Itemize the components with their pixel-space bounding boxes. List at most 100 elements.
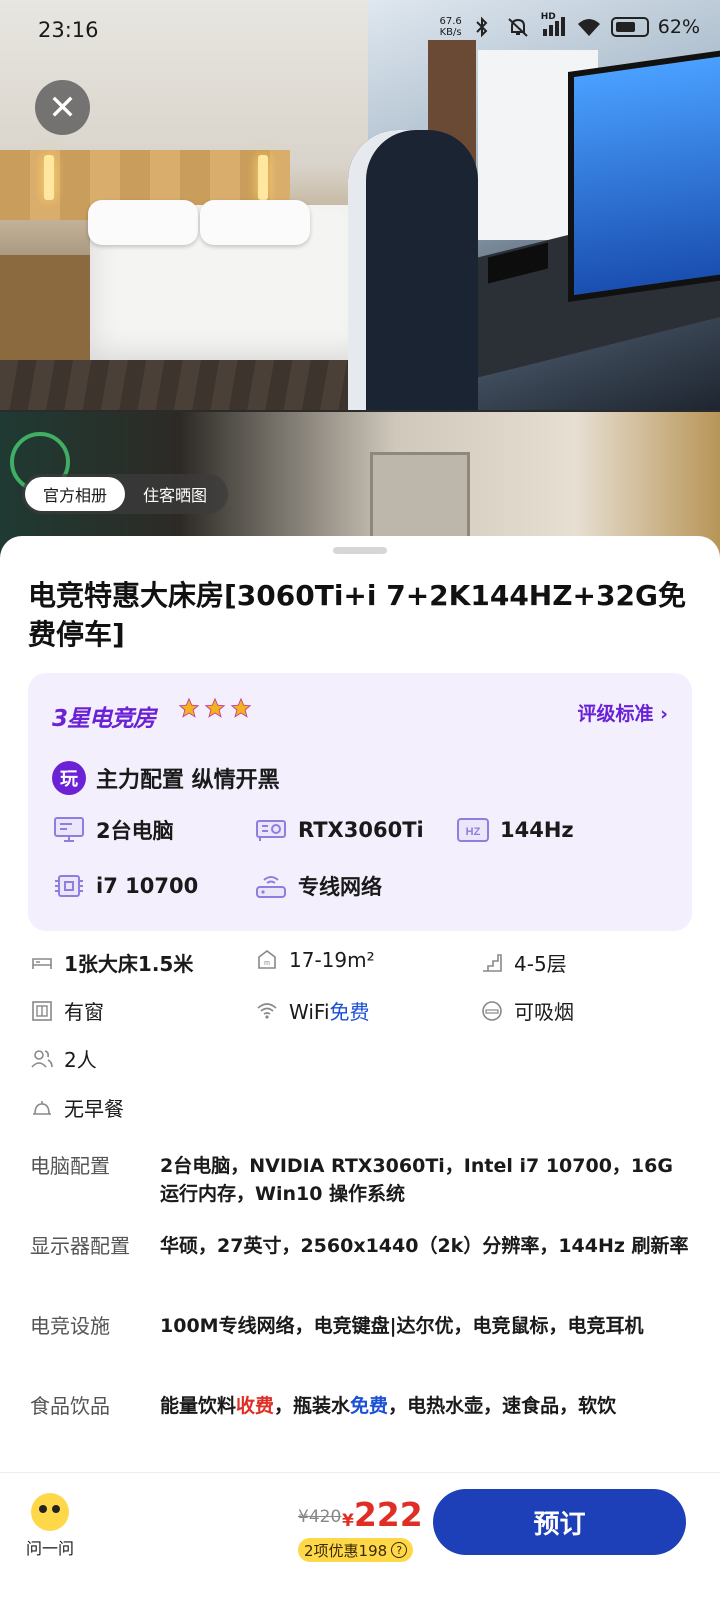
hz-icon: HZ xyxy=(457,818,489,842)
room-title: 电竞特惠大床房[3060Ti+i 7+2K144HZ+32G免费停车] xyxy=(28,579,686,651)
pillow xyxy=(200,200,310,245)
stairs-icon xyxy=(483,953,502,972)
breakfast-label: 无早餐 xyxy=(64,1097,124,1121)
facility-guests: 2人 xyxy=(30,1044,97,1073)
free-tag: 免费 xyxy=(350,1395,389,1417)
bottom-action-bar: 问一问 ¥420 ¥222 2项优惠198 ? 预订 xyxy=(0,1472,720,1600)
ask-label: 问一问 xyxy=(25,1539,74,1558)
detail-row: 电脑配置 2台电脑，NVIDIA RTX3060Ti，Intel i7 1070… xyxy=(30,1152,690,1208)
bed-label: 1张大床1.5米 xyxy=(64,952,194,976)
monitor-icon xyxy=(54,817,84,842)
spec-refresh-rate: HZ 144Hz xyxy=(456,815,574,845)
status-icons: 67.6 KB/s HD 62% xyxy=(440,12,701,38)
bed-icon xyxy=(32,957,52,969)
drag-handle[interactable] xyxy=(333,547,387,554)
discount-label: 2项优惠198 xyxy=(304,1541,388,1560)
detail-row: 显示器配置 华硕，27英寸，2560x1440（2k）分辨率，144Hz 刷新率 xyxy=(30,1232,690,1261)
current-price: ¥222 xyxy=(342,1495,423,1534)
chevron-right-icon: › xyxy=(660,703,668,725)
paid-tag: 收费 xyxy=(236,1395,275,1417)
spec-network: 专线网络 xyxy=(254,871,382,901)
detail-value: 华硕，27英寸，2560x1440（2k）分辨率，144Hz 刷新率 xyxy=(160,1235,689,1257)
spec-label: i7 10700 xyxy=(96,874,199,898)
facility-floor: 4-5层 xyxy=(480,948,567,977)
guests-label: 2人 xyxy=(64,1048,97,1072)
original-price: ¥420 xyxy=(298,1507,342,1527)
pillow xyxy=(88,200,198,245)
discount-badge[interactable]: 2项优惠198 ? xyxy=(298,1538,414,1562)
detail-value: 100M专线网络，电竞键盘|达尔优，电竞鼠标，电竞耳机 xyxy=(160,1315,644,1337)
router-icon xyxy=(256,876,286,898)
esports-level-badge: 3星电竞房 xyxy=(52,706,156,732)
book-button[interactable]: 预订 xyxy=(433,1489,686,1555)
wifi-icon xyxy=(257,1002,277,1019)
spec-gpu: RTX3060Ti xyxy=(254,815,424,845)
currency-symbol: ¥ xyxy=(342,1511,354,1531)
detail-value-part: ，瓶装水 xyxy=(274,1395,351,1417)
room-detail-sheet[interactable]: 电竞特惠大床房[3060Ti+i 7+2K144HZ+32G免费停车] 3星电竞… xyxy=(0,536,720,1500)
tab-guest-photos[interactable]: 住客晒图 xyxy=(125,477,225,511)
window-icon xyxy=(32,1000,52,1021)
spec-label: 144Hz xyxy=(500,818,574,842)
nightstand xyxy=(0,255,100,365)
battery-percent: 62% xyxy=(657,16,700,38)
bedroom-photo xyxy=(0,0,370,410)
spec-computers: 2台电脑 xyxy=(52,815,174,845)
network-speed-unit: KB/s xyxy=(439,27,462,38)
spec-label: 专线网络 xyxy=(298,875,382,899)
star-rating xyxy=(178,697,252,719)
status-time: 23:16 xyxy=(38,18,99,42)
svg-text:m: m xyxy=(264,960,270,967)
people-icon xyxy=(31,1049,53,1068)
facility-breakfast: 无早餐 xyxy=(30,1093,124,1122)
gpu-icon xyxy=(256,820,286,841)
network-badge: HD xyxy=(540,12,556,22)
close-button[interactable]: ✕ xyxy=(35,80,90,135)
facility-smoking: 可吸烟 xyxy=(480,996,574,1025)
rating-standard-label: 评级标准 xyxy=(577,703,654,725)
room-photo-main[interactable] xyxy=(0,0,720,410)
question-icon: ? xyxy=(391,1542,408,1558)
detail-row: 食品饮品 能量饮料收费，瓶装水免费，电热水壶，速食品，软饮 xyxy=(30,1392,690,1421)
cpu-icon xyxy=(55,875,83,897)
network-speed-value: 67.6 xyxy=(439,16,462,27)
facility-area: m 17-19m² xyxy=(255,948,375,972)
price-value: 222 xyxy=(353,1495,423,1534)
album-tabs: 官方相册 住客晒图 xyxy=(22,474,229,514)
spec-cpu: i7 10700 xyxy=(52,871,198,901)
play-icon: 玩 xyxy=(52,761,86,795)
tagline-row: 玩 主力配置 纵情开黑 xyxy=(52,761,280,795)
mute-bell-icon xyxy=(506,16,532,38)
window-label: 有窗 xyxy=(64,1000,104,1024)
star-icon xyxy=(204,697,226,718)
area-label: 17-19m² xyxy=(289,948,375,972)
facility-window: 有窗 xyxy=(30,996,104,1025)
star-icon xyxy=(178,697,200,718)
esports-tagline: 主力配置 纵情开黑 xyxy=(96,768,280,793)
detail-label: 食品饮品 xyxy=(30,1394,110,1418)
floor xyxy=(0,360,368,410)
wifi-prefix: WiFi xyxy=(289,1000,330,1024)
assistant-avatar-icon xyxy=(31,1493,69,1531)
food-cloche-icon xyxy=(33,1100,51,1115)
smoking-label: 可吸烟 xyxy=(514,1000,574,1024)
tab-official-album[interactable]: 官方相册 xyxy=(25,477,126,511)
smoking-icon xyxy=(482,1000,502,1021)
esports-card: 3星电竞房 评级标准 › 玩 主力配置 纵情开黑 2台电脑 RTX3060Ti … xyxy=(28,673,692,931)
detail-value: 能量饮料收费，瓶装水免费，电热水壶，速食品，软饮 xyxy=(160,1392,690,1421)
network-speed: 67.6 KB/s xyxy=(440,16,462,38)
detail-label: 显示器配置 xyxy=(30,1234,130,1258)
rating-standard-link[interactable]: 评级标准 › xyxy=(578,699,668,726)
battery-icon xyxy=(610,17,649,37)
detail-value-part: ，电热水壶，速食品，软饮 xyxy=(388,1395,617,1417)
wifi-free-tag: 免费 xyxy=(329,1000,370,1024)
wifi-label: WiFi免费 xyxy=(289,996,370,1025)
detail-row: 电竞设施 100M专线网络，电竞键盘|达尔优，电竞鼠标，电竞耳机 xyxy=(30,1312,690,1341)
detail-value: 2台电脑，NVIDIA RTX3060Ti，Intel i7 10700，16G… xyxy=(160,1155,673,1205)
ask-button[interactable]: 问一问 xyxy=(20,1493,80,1559)
wifi-icon xyxy=(576,16,602,38)
close-icon: ✕ xyxy=(48,87,77,128)
floor-label: 4-5层 xyxy=(514,952,567,976)
spec-label: RTX3060Ti xyxy=(298,818,424,842)
detail-label: 电竞设施 xyxy=(30,1314,110,1338)
